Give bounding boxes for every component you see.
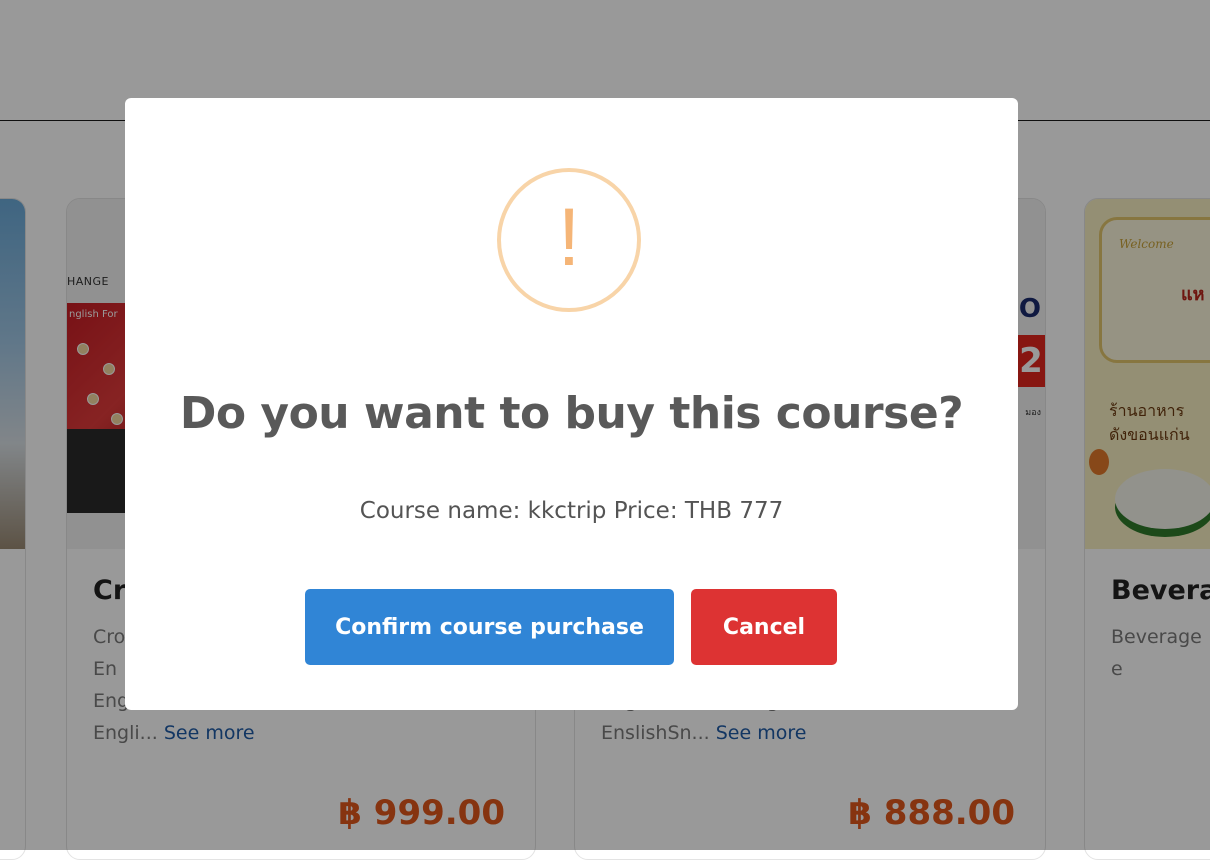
cancel-button[interactable]: Cancel xyxy=(691,589,837,665)
purchase-confirm-dialog: ! Do you want to buy this course? Course… xyxy=(125,98,1018,710)
dialog-message: Course name: kkctrip Price: THB 777 xyxy=(359,498,784,524)
confirm-purchase-button[interactable]: Confirm course purchase xyxy=(305,589,674,665)
exclamation-mark: ! xyxy=(557,192,581,283)
warning-icon: ! xyxy=(497,168,641,312)
dialog-title: Do you want to buy this course? xyxy=(179,388,964,439)
